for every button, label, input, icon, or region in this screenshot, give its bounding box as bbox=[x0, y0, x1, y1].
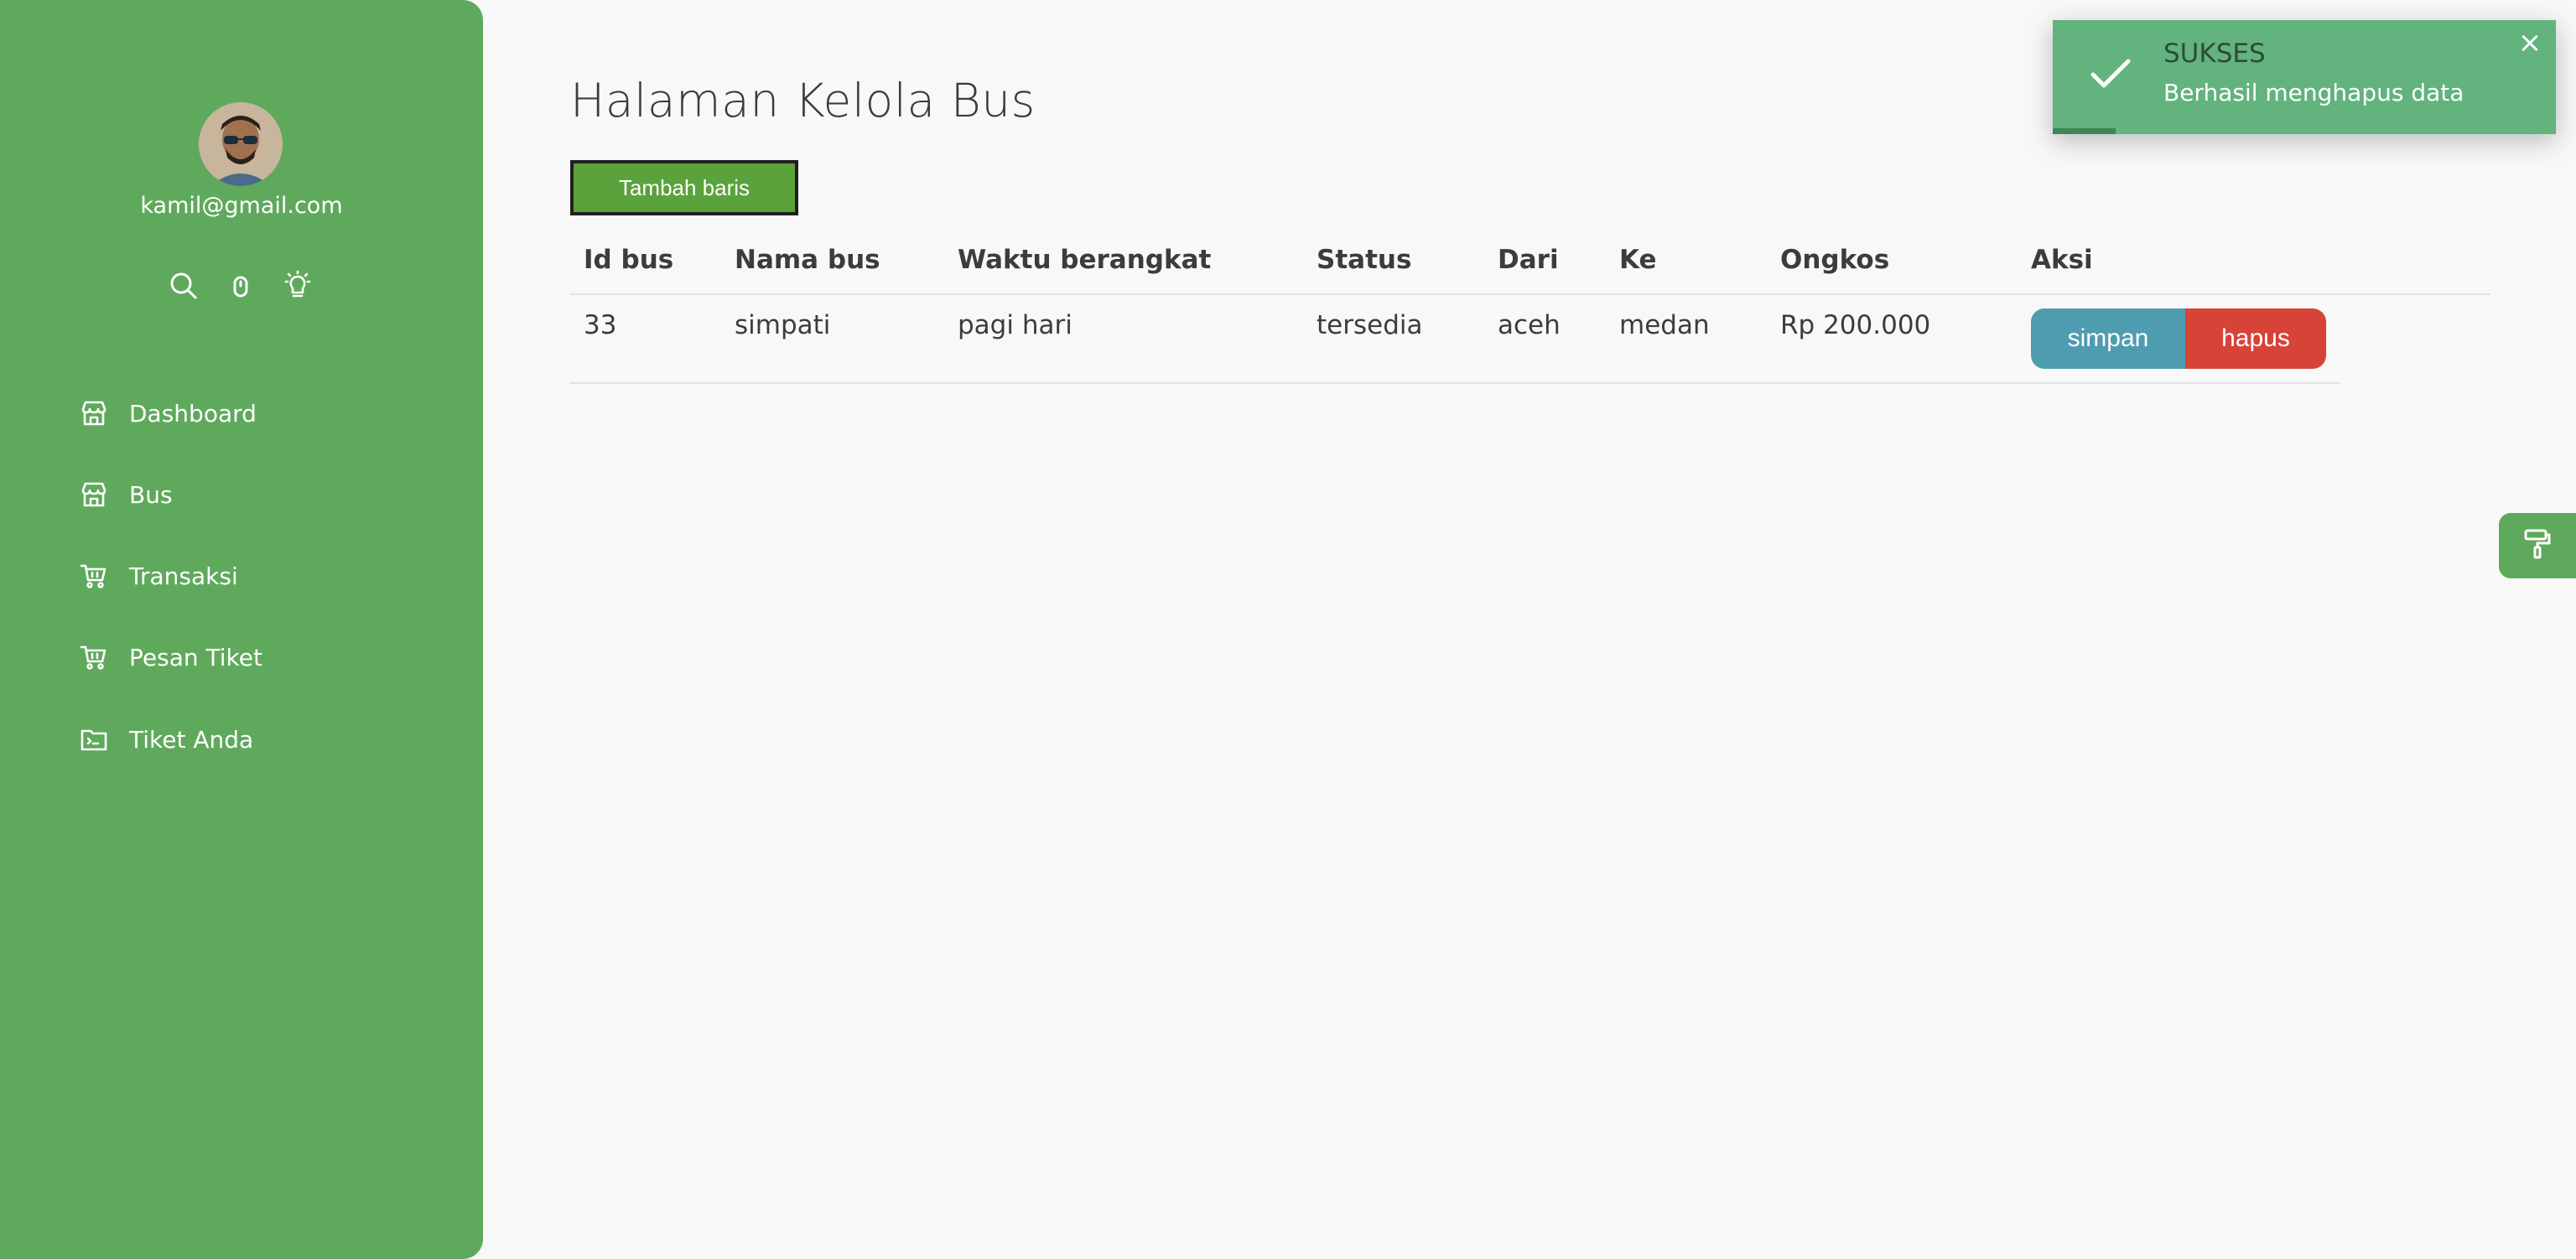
cell-ke: medan bbox=[1619, 310, 1710, 340]
user-icon[interactable] bbox=[223, 268, 258, 303]
toast-message: Berhasil menghapus data bbox=[2163, 79, 2464, 106]
folder-icon bbox=[77, 723, 111, 756]
column-header: Aksi bbox=[2031, 245, 2093, 275]
cell-dari: aceh bbox=[1498, 310, 1561, 340]
table-row: 33 simpati pagi hari tersedia aceh medan… bbox=[570, 295, 2340, 384]
cell-nama: simpati bbox=[735, 310, 831, 340]
sidebar: kamil@gmail.com Dashboard Bus Transaksi … bbox=[0, 0, 483, 1259]
check-icon bbox=[2090, 57, 2132, 94]
sidebar-item-pesan-tiket[interactable]: Pesan Tiket bbox=[77, 635, 446, 680]
sidebar-item-label: Dashboard bbox=[129, 399, 257, 427]
page-title: Halaman Kelola Bus bbox=[570, 74, 1036, 127]
sidebar-item-label: Tiket Anda bbox=[129, 725, 254, 754]
sidebar-item-label: Bus bbox=[129, 480, 173, 509]
cell-ongkos: Rp 200.000 bbox=[1780, 310, 1931, 340]
sidebar-item-label: Transaksi bbox=[129, 562, 238, 590]
sidebar-item-transaksi[interactable]: Transaksi bbox=[77, 553, 446, 598]
sidebar-item-label: Pesan Tiket bbox=[129, 643, 262, 671]
cell-id: 33 bbox=[584, 310, 617, 340]
sidebar-item-dashboard[interactable]: Dashboard bbox=[77, 391, 446, 436]
toast-title: SUKSES bbox=[2163, 39, 2266, 69]
search-icon[interactable] bbox=[166, 268, 201, 303]
theme-settings-button[interactable] bbox=[2499, 513, 2576, 578]
paint-roller-icon bbox=[2521, 527, 2554, 564]
cart-icon bbox=[77, 559, 111, 593]
store-icon bbox=[77, 396, 111, 430]
cell-status: tersedia bbox=[1317, 310, 1423, 340]
close-icon[interactable]: × bbox=[2516, 28, 2544, 57]
sidebar-item-bus[interactable]: Bus bbox=[77, 472, 446, 517]
lightbulb-icon[interactable] bbox=[280, 268, 315, 303]
store-icon bbox=[77, 478, 111, 511]
user-email: kamil@gmail.com bbox=[140, 193, 343, 219]
avatar[interactable] bbox=[199, 102, 283, 186]
row-actions: simpan hapus bbox=[2031, 308, 2326, 369]
cell-waktu: pagi hari bbox=[958, 310, 1072, 340]
save-button[interactable]: simpan bbox=[2031, 308, 2185, 369]
delete-button[interactable]: hapus bbox=[2185, 308, 2326, 369]
add-row-button[interactable]: Tambah baris bbox=[570, 160, 798, 215]
cart-icon bbox=[77, 640, 111, 674]
success-toast: SUKSES Berhasil menghapus data × bbox=[2053, 20, 2556, 134]
toast-progress-bar bbox=[2053, 128, 2116, 134]
sidebar-item-tiket-anda[interactable]: Tiket Anda bbox=[77, 717, 446, 762]
bus-table: Id bus Nama bus Waktu berangkat Status D… bbox=[570, 226, 2490, 384]
